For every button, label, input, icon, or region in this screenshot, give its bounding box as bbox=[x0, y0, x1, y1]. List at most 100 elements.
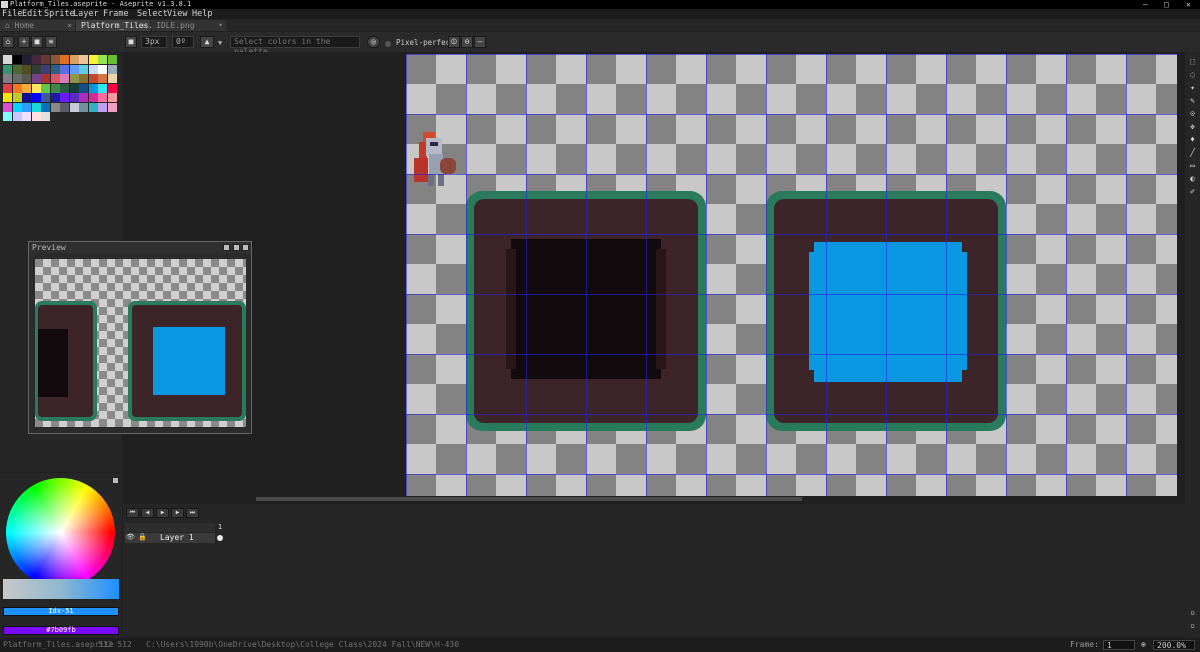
palette-swatch[interactable] bbox=[50, 55, 60, 64]
palette-swatch[interactable] bbox=[31, 102, 41, 112]
next-frame-icon[interactable]: ▶ bbox=[171, 508, 184, 518]
palette-swatch[interactable] bbox=[31, 83, 41, 93]
zoom-field[interactable]: 200.0% bbox=[1153, 640, 1195, 650]
tab-platform-tiles[interactable]: Platform_Tiles. ✕ bbox=[76, 20, 153, 31]
palette-swatch[interactable] bbox=[22, 112, 31, 121]
preview-play-icon[interactable] bbox=[233, 244, 240, 251]
sprite-canvas[interactable] bbox=[406, 54, 1177, 496]
palette-swatch[interactable] bbox=[12, 74, 22, 83]
palette-swatch[interactable] bbox=[22, 93, 31, 102]
menu-file[interactable]: File bbox=[2, 9, 22, 19]
lock-icon[interactable]: ⌂ bbox=[2, 36, 14, 48]
play-icon[interactable]: ▶ bbox=[156, 508, 169, 518]
pressure-icon[interactable]: ◎ bbox=[367, 36, 380, 48]
palette-swatch[interactable] bbox=[41, 55, 50, 64]
palette-swatch[interactable] bbox=[107, 93, 117, 102]
palette-swatch[interactable] bbox=[107, 74, 117, 83]
palette-swatch[interactable] bbox=[69, 55, 79, 64]
palette-swatch[interactable] bbox=[88, 83, 98, 93]
blur-tool-icon[interactable]: ✐ bbox=[1187, 186, 1198, 197]
palette-swatch[interactable] bbox=[69, 64, 79, 74]
palette-swatch[interactable] bbox=[107, 102, 117, 112]
palette-swatch[interactable] bbox=[50, 102, 60, 112]
tool-options-icon[interactable]: ▫ bbox=[1187, 620, 1198, 631]
palette-swatch[interactable] bbox=[107, 83, 117, 93]
palette-swatch[interactable] bbox=[69, 93, 79, 102]
palette-swatch[interactable] bbox=[79, 83, 88, 93]
palette-swatch[interactable] bbox=[31, 74, 41, 83]
palette-swatch[interactable] bbox=[12, 55, 22, 64]
menu-layer[interactable]: Layer bbox=[73, 9, 99, 19]
palette-swatch[interactable] bbox=[88, 55, 98, 64]
palette-swatch[interactable] bbox=[60, 74, 69, 83]
palette-swatch[interactable] bbox=[88, 74, 98, 83]
palette-swatch[interactable] bbox=[60, 93, 69, 102]
menu-edit[interactable]: Edit bbox=[22, 9, 42, 19]
palette-swatch[interactable] bbox=[79, 102, 88, 112]
color-wheel[interactable] bbox=[6, 478, 115, 587]
palette-swatch[interactable] bbox=[98, 55, 107, 64]
palette-swatch[interactable] bbox=[12, 64, 22, 74]
palette-swatch[interactable] bbox=[41, 102, 50, 112]
brush-angle-field[interactable]: 0º bbox=[172, 36, 194, 48]
contour-tool-icon[interactable]: ◐ bbox=[1187, 173, 1198, 184]
magic-wand-icon[interactable]: ✦ bbox=[1187, 82, 1198, 93]
palette-swatch[interactable] bbox=[22, 55, 31, 64]
eyedropper-icon[interactable]: ⊙ bbox=[1187, 108, 1198, 119]
close-icon[interactable]: ✕ bbox=[1186, 0, 1191, 9]
menu-select[interactable]: Select bbox=[137, 9, 168, 19]
palette-swatch[interactable] bbox=[98, 64, 107, 74]
alpha-slider[interactable] bbox=[3, 579, 119, 599]
palette-swatch[interactable] bbox=[22, 83, 31, 93]
color-options-icon[interactable] bbox=[113, 478, 118, 483]
symmetry-options-icon[interactable]: – bbox=[474, 36, 486, 48]
preview-close-icon[interactable] bbox=[242, 244, 249, 251]
palette-swatch[interactable] bbox=[98, 93, 107, 102]
line-tool-icon[interactable]: ╱ bbox=[1187, 147, 1198, 158]
palette-swatch[interactable] bbox=[22, 74, 31, 83]
palette-swatch[interactable] bbox=[88, 93, 98, 102]
previous-frame-icon[interactable]: ◀ bbox=[141, 508, 154, 518]
palette-swatch[interactable] bbox=[41, 112, 50, 121]
palette-swatch[interactable] bbox=[69, 102, 79, 112]
tab-home[interactable]: ⌂ Home × bbox=[0, 20, 75, 31]
secondary-color-bar[interactable]: #7b09fb bbox=[3, 626, 119, 635]
layer-row[interactable]: 👁 🔒 Layer 1 bbox=[125, 533, 215, 543]
brush-type-icon[interactable]: ■ bbox=[125, 36, 137, 48]
palette-swatch[interactable] bbox=[50, 93, 60, 102]
palette-color-select[interactable]: Select colors in the palette bbox=[230, 36, 360, 56]
last-frame-icon[interactable]: ⏭ bbox=[186, 508, 199, 518]
lock-layer-icon[interactable]: 🔒 bbox=[138, 533, 147, 541]
palette-swatch[interactable] bbox=[88, 64, 98, 74]
mini-editor-icon[interactable]: ▫ bbox=[1187, 607, 1198, 618]
palette-swatch[interactable] bbox=[107, 64, 117, 74]
palette-swatch[interactable] bbox=[3, 83, 12, 93]
palette-swatch[interactable] bbox=[50, 64, 60, 74]
palette-swatch[interactable] bbox=[79, 74, 88, 83]
palette-swatch[interactable] bbox=[60, 64, 69, 74]
brush-size-field[interactable]: 3px bbox=[141, 36, 167, 48]
menu-help[interactable]: Help bbox=[192, 9, 212, 19]
palette-swatch[interactable] bbox=[31, 64, 41, 74]
palette-swatch[interactable] bbox=[12, 112, 22, 121]
menu-lines-icon[interactable]: ≡ bbox=[45, 36, 57, 48]
palette-swatch[interactable] bbox=[31, 55, 41, 64]
palette-swatch[interactable] bbox=[31, 112, 41, 121]
palette-swatch[interactable] bbox=[107, 55, 117, 64]
palette-swatch[interactable] bbox=[12, 102, 22, 112]
palette-swatch[interactable] bbox=[60, 83, 69, 93]
add-frame-icon[interactable]: + bbox=[18, 36, 30, 48]
palette-swatch[interactable] bbox=[3, 102, 12, 112]
palette-swatch[interactable] bbox=[12, 83, 22, 93]
palette-swatch[interactable] bbox=[98, 102, 107, 112]
palette-swatch[interactable] bbox=[41, 93, 50, 102]
palette-swatch[interactable] bbox=[69, 83, 79, 93]
palette-swatch[interactable] bbox=[79, 55, 88, 64]
frame-number-header[interactable]: 1 bbox=[215, 523, 225, 532]
minimize-icon[interactable]: – bbox=[1143, 0, 1148, 9]
palette-swatch[interactable] bbox=[98, 83, 107, 93]
maximize-icon[interactable]: □ bbox=[1164, 0, 1169, 9]
palette-swatch[interactable] bbox=[79, 64, 88, 74]
bucket-tool-icon[interactable]: ♦ bbox=[1187, 134, 1198, 145]
tab-close-icon[interactable]: ✕ bbox=[142, 20, 147, 31]
